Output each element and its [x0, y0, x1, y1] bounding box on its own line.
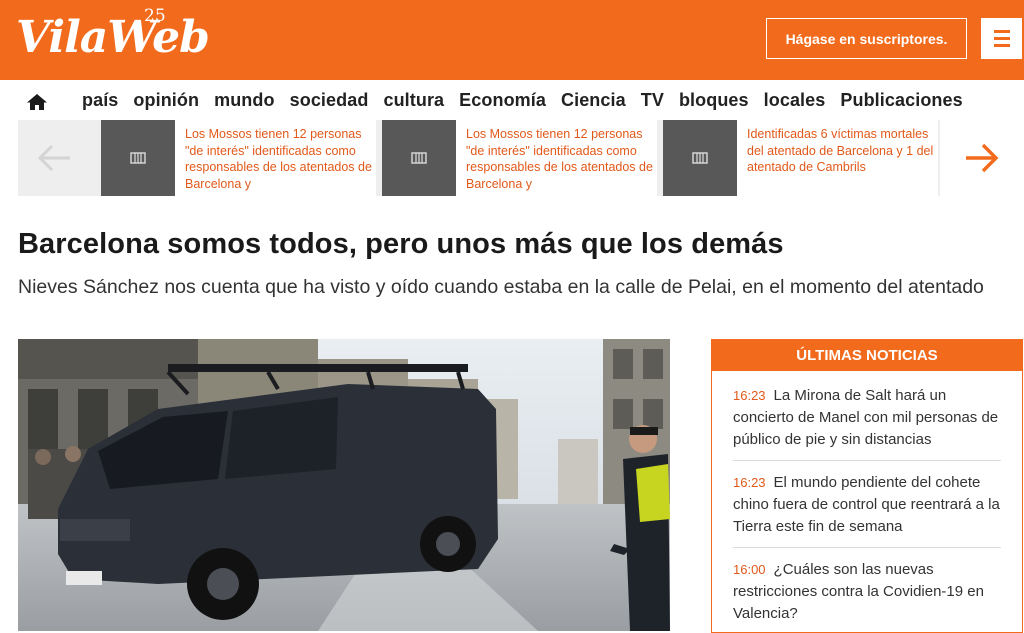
carousel-item-title: Los Mossos tienen 12 personas "de interé… [185, 127, 372, 191]
image-placeholder-icon [130, 152, 146, 164]
news-time: 16:23 [733, 388, 766, 403]
carousel-next-button[interactable] [940, 120, 1024, 196]
nav-item-publicaciones[interactable]: Publicaciones [840, 90, 962, 111]
logo-anniversary-number: 25 [144, 6, 166, 26]
news-time: 16:23 [733, 475, 766, 490]
news-time: 16:00 [733, 562, 766, 577]
carousel-item[interactable]: Los Mossos tienen 12 personas "de interé… [101, 120, 376, 196]
latest-news-item[interactable]: 16:00 ¿Cuáles son las nuevas restriccione… [733, 559, 1001, 625]
nav-item-locales[interactable]: locales [764, 90, 826, 111]
article-subtitle: Nieves Sánchez nos cuenta que ha visto y… [18, 276, 984, 298]
main-navigation: país opinión mundo sociedad cultura Econ… [82, 80, 963, 120]
carousel-item[interactable]: Identificadas 6 víctimas mortales del at… [663, 120, 938, 196]
carousel-thumbnail [663, 120, 737, 196]
carousel-prev-button[interactable] [18, 120, 90, 196]
carousel-thumbnail [382, 120, 456, 196]
article-main-image[interactable] [18, 339, 670, 631]
image-placeholder-icon [411, 152, 427, 164]
nav-item-opinion[interactable]: opinión [133, 90, 199, 111]
vilaweb-logo[interactable]: VilaWeb [16, 12, 210, 64]
arrow-left-icon [37, 144, 70, 172]
nav-item-cultura[interactable]: cultura [383, 90, 444, 111]
carousel-item-title: Los Mossos tienen 12 personas "de interé… [466, 127, 653, 191]
news-title: El mundo pendiente del cohete chino fuer… [733, 474, 1000, 535]
nav-item-bloques[interactable]: bloques [679, 90, 749, 111]
article-title[interactable]: Barcelona somos todos, pero unos más que… [18, 228, 784, 261]
latest-news-item[interactable]: 16:23 El mundo pendiente del cohete chino… [733, 472, 1001, 538]
news-title: ¿Cuáles son las nuevas restricciones con… [733, 561, 984, 622]
latest-news-item[interactable]: 16:23 La Mirona de Salt hará un concierto… [733, 385, 1001, 451]
nav-item-tv[interactable]: TV [641, 90, 664, 111]
divider [733, 460, 1001, 461]
nav-item-ciencia[interactable]: Ciencia [561, 90, 626, 111]
subscribe-button[interactable]: Hágase en suscriptores. [766, 18, 967, 59]
street-van-photo [18, 339, 670, 631]
latest-news-heading: ÚLTIMAS NOTICIAS [711, 339, 1023, 371]
nav-item-sociedad[interactable]: sociedad [290, 90, 369, 111]
home-icon[interactable] [26, 93, 48, 111]
arrow-right-icon [966, 143, 999, 173]
carousel-thumbnail [101, 120, 175, 196]
carousel-item-title: Identificadas 6 víctimas mortales del at… [747, 127, 934, 174]
image-placeholder-icon [692, 152, 708, 164]
hamburger-menu-icon[interactable] [981, 18, 1022, 59]
carousel-item[interactable]: Los Mossos tienen 12 personas "de interé… [382, 120, 657, 196]
news-title: La Mirona de Salt hará un concierto de M… [733, 387, 999, 448]
divider [733, 547, 1001, 548]
nav-item-mundo[interactable]: mundo [214, 90, 275, 111]
nav-item-pais[interactable]: país [82, 90, 118, 111]
nav-item-economia[interactable]: Economía [459, 90, 546, 111]
